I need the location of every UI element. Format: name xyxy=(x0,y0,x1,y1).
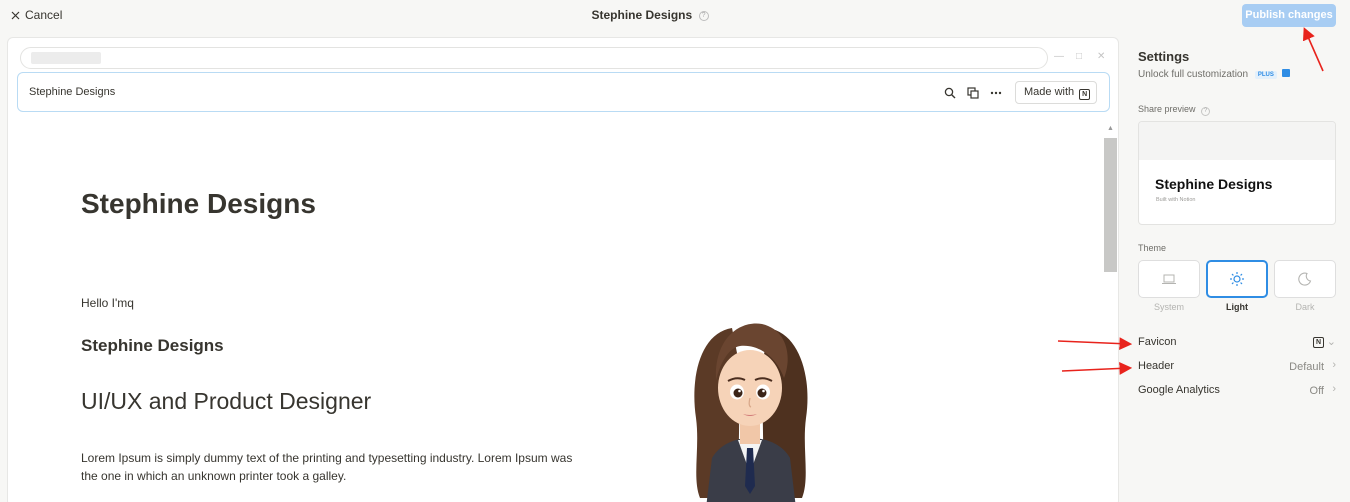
made-with-notion-button[interactable]: Made with N xyxy=(1015,81,1097,104)
google-analytics-value: Off xyxy=(1309,385,1324,397)
settings-title: Settings xyxy=(1138,49,1190,64)
plus-badge[interactable]: PLUS xyxy=(1254,71,1277,79)
maximize-icon[interactable]: □ xyxy=(1076,52,1082,62)
share-preview-title: Stephine Designs xyxy=(1155,176,1273,192)
top-bar: Cancel Stephine Designs ? Publish change… xyxy=(0,0,1350,30)
site-preview-window: — □ ✕ Stephine Designs Made with N ▲ Ste… xyxy=(7,37,1119,502)
share-preview-label-text: Share preview xyxy=(1138,104,1196,114)
header-label: Header xyxy=(1138,360,1175,372)
google-analytics-label: Google Analytics xyxy=(1138,384,1220,396)
upgrade-link-icon[interactable] xyxy=(1281,69,1290,77)
page-title-text: Stephine Designs xyxy=(591,8,693,22)
header-setting-row[interactable]: Header Default › xyxy=(1138,359,1336,376)
site-header: Stephine Designs Made with N xyxy=(17,72,1110,112)
subheading: Stephine Designs xyxy=(81,336,224,355)
theme-option-system[interactable] xyxy=(1138,260,1200,298)
theme-name-system: System xyxy=(1153,302,1184,312)
theme-option-dark[interactable] xyxy=(1274,260,1336,298)
upgrade-text: Unlock full customization xyxy=(1138,69,1249,80)
theme-option-light[interactable] xyxy=(1206,260,1268,298)
help-icon[interactable]: ? xyxy=(698,10,709,21)
share-preview-label: Share preview ? xyxy=(1138,104,1211,116)
site-header-title: Stephine Designs xyxy=(29,86,116,98)
avatar-illustration xyxy=(694,323,808,502)
share-preview-subtitle: Built with Notion xyxy=(1156,197,1196,203)
theme-label: Theme xyxy=(1138,243,1167,253)
share-preview-card: Stephine Designs Built with Notion xyxy=(1138,121,1336,225)
intro-paragraph: Lorem Ipsum is simply dummy text of the … xyxy=(81,451,573,483)
chevron-right-icon: › xyxy=(1332,383,1336,395)
greeting-text: Hello I'mq xyxy=(81,296,134,310)
close-window-icon[interactable]: ✕ xyxy=(1097,52,1105,62)
url-placeholder xyxy=(31,52,101,64)
page-title: Stephine Designs ? xyxy=(0,8,1300,22)
google-analytics-setting-row[interactable]: Google Analytics Off › xyxy=(1138,383,1336,400)
help-icon[interactable]: ? xyxy=(1201,107,1211,116)
publish-changes-button[interactable]: Publish changes xyxy=(1242,4,1336,27)
moon-icon xyxy=(1298,272,1312,286)
notion-logo-icon: N xyxy=(1313,337,1324,348)
laptop-icon xyxy=(1162,274,1176,284)
scrollbar-thumb[interactable] xyxy=(1104,138,1117,272)
scroll-up-arrow-icon[interactable]: ▲ xyxy=(1107,125,1114,132)
favicon-label: Favicon xyxy=(1138,336,1177,348)
settings-subtitle: Unlock full customization PLUS xyxy=(1138,69,1290,80)
share-preview-cover xyxy=(1139,122,1335,160)
duplicate-icon[interactable] xyxy=(965,85,981,101)
minimize-icon[interactable]: — xyxy=(1054,52,1064,62)
favicon-setting-row[interactable]: Favicon N ⌄ xyxy=(1138,336,1336,352)
address-bar[interactable] xyxy=(20,47,1048,69)
search-icon[interactable] xyxy=(942,85,958,101)
page-heading: Stephine Designs xyxy=(81,188,316,219)
theme-name-dark: Dark xyxy=(1295,302,1315,312)
chevron-right-icon: › xyxy=(1332,359,1336,371)
settings-panel: Settings Unlock full customization PLUS … xyxy=(1126,30,1350,502)
sun-icon xyxy=(1230,272,1244,286)
made-with-label: Made with xyxy=(1024,86,1075,98)
chevron-down-icon: ⌄ xyxy=(1326,336,1336,348)
header-value: Default xyxy=(1289,361,1324,373)
theme-name-light: Light xyxy=(1226,302,1248,312)
role-heading: UI/UX and Product Designer xyxy=(81,388,372,414)
notion-logo-icon: N xyxy=(1079,89,1091,100)
more-options-icon[interactable] xyxy=(988,85,1004,101)
